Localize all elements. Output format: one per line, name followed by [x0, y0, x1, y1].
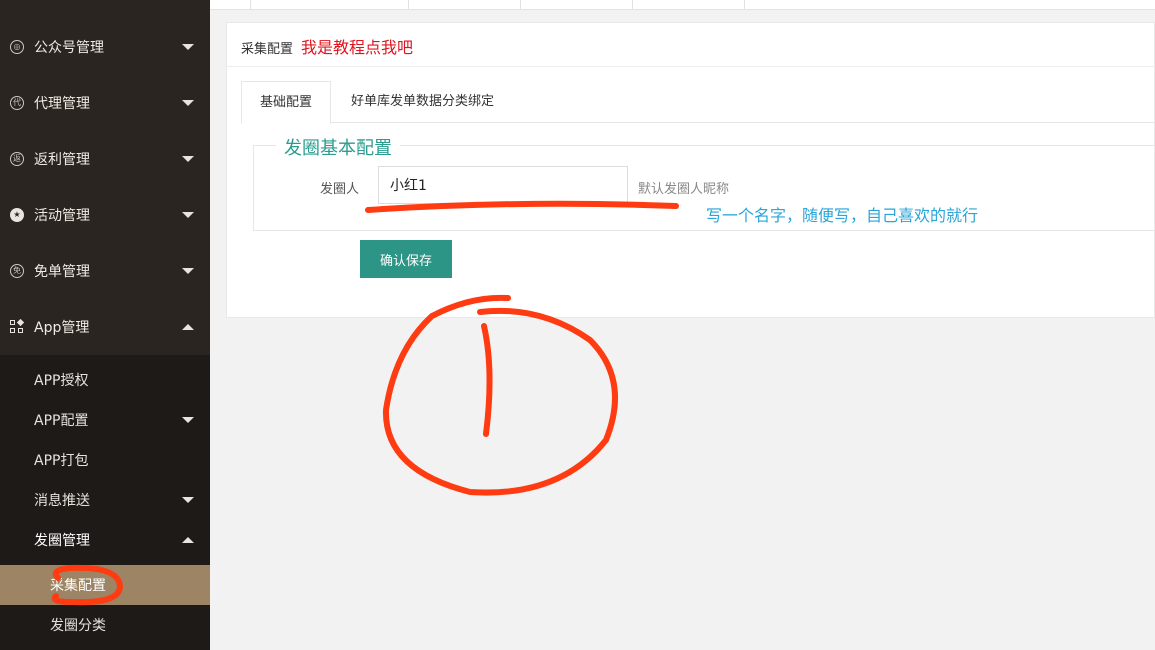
- stroke-mark: [481, 323, 493, 437]
- poster-hint: 默认发圈人昵称: [638, 182, 730, 197]
- menu-label: 活动管理: [34, 208, 90, 224]
- sub-item-label: 采集配置: [50, 578, 106, 594]
- tutorial-link[interactable]: 我是教程点我吧: [301, 34, 413, 58]
- sub-item-label: 发圈分类: [50, 618, 106, 634]
- card-header: 采集配置 我是教程点我吧: [227, 23, 1155, 67]
- sub-item-circle[interactable]: 发圈管理: [0, 520, 210, 560]
- menu-activity[interactable]: ★ 活动管理: [0, 187, 210, 243]
- config-card: 采集配置 我是教程点我吧 基础配置 好单库发单数据分类绑定 发圈基本配置 发圈人…: [226, 22, 1155, 318]
- star-icon: ★: [10, 208, 24, 222]
- config-tabs: 基础配置 好单库发单数据分类绑定: [241, 81, 1155, 124]
- sub-item-label: APP授权: [34, 373, 89, 389]
- menu-label: 公众号管理: [34, 40, 104, 56]
- menu-label: 免单管理: [34, 264, 90, 280]
- top-tab-strip: [210, 0, 1155, 10]
- circle-mark: [382, 294, 618, 496]
- chevron-down-icon: [182, 212, 194, 218]
- sub-item-collect-config[interactable]: 采集配置: [0, 565, 210, 605]
- fieldset-legend: 发圈基本配置: [276, 134, 400, 160]
- sub-item-app-config[interactable]: APP配置: [0, 400, 210, 440]
- sub-item-label: APP打包: [34, 453, 89, 469]
- annotation-note: 写一个名字，随便写，自己喜欢的就行: [706, 206, 979, 225]
- sub-item-app-auth[interactable]: APP授权: [0, 360, 210, 400]
- save-button[interactable]: 确认保存: [360, 240, 452, 278]
- chevron-down-icon: [182, 268, 194, 274]
- menu-wechat[interactable]: ◎ 公众号管理: [0, 19, 210, 75]
- chevron-up-icon: [182, 324, 194, 330]
- sub-item-label: 消息推送: [34, 493, 90, 509]
- wechat-icon: ◎: [10, 40, 24, 54]
- sidebar: ◎ 公众号管理 代 代理管理 返 返利管理 ★ 活动管理 免 免单管理 App管…: [0, 0, 210, 650]
- card-title: 采集配置: [241, 42, 294, 57]
- sub-item-label: APP配置: [34, 413, 89, 429]
- menu-rebate[interactable]: 返 返利管理: [0, 131, 210, 187]
- chevron-down-icon: [182, 100, 194, 106]
- apps-icon: [10, 318, 25, 334]
- agent-icon: 代: [10, 96, 24, 110]
- sub-item-label: 发圈管理: [34, 533, 90, 549]
- menu-app[interactable]: App管理: [0, 299, 210, 355]
- menu-label: App管理: [34, 320, 90, 336]
- menu-label: 代理管理: [34, 96, 90, 112]
- free-icon: 免: [10, 264, 24, 278]
- sub-item-push[interactable]: 消息推送: [0, 480, 210, 520]
- poster-label: 发圈人: [320, 182, 360, 197]
- app-submenu: APP授权 APP配置 APP打包 消息推送 发圈管理 采集配置 发圈分类: [0, 355, 210, 650]
- tab-basic-config[interactable]: 基础配置: [241, 81, 332, 124]
- sub-item-app-pack[interactable]: APP打包: [0, 440, 210, 480]
- menu-free[interactable]: 免 免单管理: [0, 243, 210, 299]
- poster-name-input[interactable]: [378, 166, 628, 204]
- menu-label: 返利管理: [34, 152, 90, 168]
- sub-item-circle-category[interactable]: 发圈分类: [0, 605, 210, 645]
- chevron-down-icon: [182, 44, 194, 50]
- rebate-icon: 返: [10, 152, 24, 166]
- chevron-up-icon: [182, 537, 194, 543]
- menu-agent[interactable]: 代 代理管理: [0, 75, 210, 131]
- chevron-down-icon: [182, 417, 194, 423]
- chevron-down-icon: [182, 156, 194, 162]
- chevron-down-icon: [182, 497, 194, 503]
- tab-category-binding[interactable]: 好单库发单数据分类绑定: [333, 81, 512, 123]
